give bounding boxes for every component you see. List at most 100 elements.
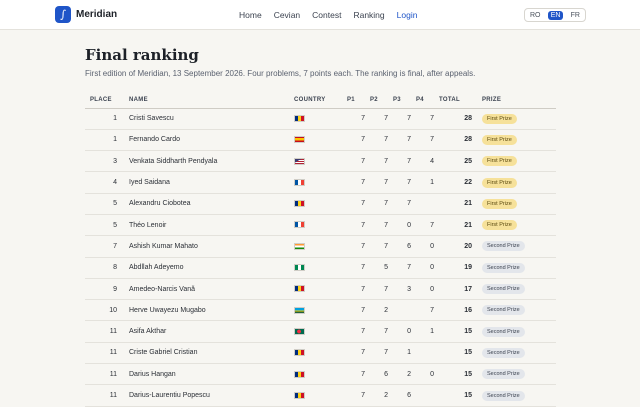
cell-p2: 5 [370, 257, 393, 279]
cell-p2: 2 [370, 299, 393, 322]
cell-name: Amedeo-Narcis Vană [121, 278, 294, 301]
cell-name: Darius Hangan [121, 363, 294, 386]
prize-badge: Second Prize [482, 326, 525, 337]
nav-link-login[interactable]: Login [397, 10, 418, 20]
cell-p3: 7 [393, 129, 416, 152]
table-row: 3 Venkata Siddharth Pendyala 7 7 7 4 25 First P… [85, 150, 556, 173]
prize-badge: Second Prize [482, 369, 525, 380]
flag-fr-icon [294, 178, 305, 186]
cell-place: 11 [85, 320, 121, 343]
table-row: 5 Théo Lenoir 7 7 0 7 21 First Prize [85, 214, 556, 237]
cell-place: 1 [85, 129, 121, 152]
cell-name: Venkata Siddharth Pendyala [121, 150, 294, 173]
cell-country [294, 320, 347, 343]
cell-p1: 7 [347, 320, 370, 343]
lang-option-en[interactable]: EN [547, 10, 564, 20]
cell-p4: 7 [416, 108, 439, 130]
cell-total: 15 [439, 384, 478, 407]
cell-p1: 7 [347, 257, 370, 279]
cell-p4 [416, 384, 439, 407]
cell-place: 5 [85, 214, 121, 237]
cell-p3: 7 [393, 193, 416, 215]
cell-p3: 1 [393, 342, 416, 365]
cell-prize: Second Prize [478, 257, 556, 279]
flag-ro-icon [294, 200, 305, 208]
nav-link-ranking[interactable]: Ranking [353, 10, 384, 20]
flag-es-icon [294, 136, 305, 144]
prize-badge: Second Prize [482, 305, 525, 316]
cell-p2: 6 [370, 363, 393, 386]
cell-p1: 7 [347, 214, 370, 237]
cell-p2: 7 [370, 193, 393, 215]
cell-p4: 0 [416, 235, 439, 258]
cell-prize: Second Prize [478, 235, 556, 258]
cell-p2: 7 [370, 150, 393, 173]
cell-p3: 6 [393, 384, 416, 407]
cell-name: Criste Gabriel Cristian [121, 342, 294, 365]
col-header-p4: P4 [416, 92, 439, 109]
cell-p2: 7 [370, 129, 393, 152]
cell-prize: Second Prize [478, 299, 556, 322]
cell-country [294, 108, 347, 130]
cell-country [294, 129, 347, 152]
prize-badge: Second Prize [482, 390, 525, 401]
logo[interactable]: ∫ [55, 6, 71, 23]
nav-link-contest[interactable]: Contest [312, 10, 341, 20]
cell-country [294, 171, 347, 194]
cell-p4: 7 [416, 299, 439, 322]
cell-p2: 2 [370, 384, 393, 407]
cell-prize: First Prize [478, 214, 556, 237]
table-row: 5 Alexandru Ciobotea 7 7 7 21 First Prize [85, 193, 556, 215]
cell-name: Théo Lenoir [121, 214, 294, 237]
flag-ro-icon [294, 349, 305, 357]
flag-ro-icon [294, 370, 305, 378]
prize-badge: First Prize [482, 198, 517, 209]
cell-total: 21 [439, 214, 478, 237]
cell-country [294, 193, 347, 215]
cell-total: 15 [439, 363, 478, 386]
cell-prize: First Prize [478, 171, 556, 194]
cell-p1: 7 [347, 278, 370, 301]
lang-option-fr[interactable]: FR [568, 11, 583, 20]
nav-link-home[interactable]: Home [239, 10, 262, 20]
flag-bd-icon [294, 327, 305, 335]
cell-prize: Second Prize [478, 278, 556, 301]
cell-total: 21 [439, 193, 478, 215]
main-nav: Home Cevian Contest Ranking Login [239, 10, 417, 20]
cell-name: Asifa Akthar [121, 320, 294, 343]
cell-p4 [416, 193, 439, 215]
cell-p1: 7 [347, 235, 370, 258]
prize-badge: Second Prize [482, 284, 525, 295]
prize-badge: Second Prize [482, 262, 525, 273]
flag-rw-icon [294, 306, 305, 314]
cell-prize: Second Prize [478, 342, 556, 365]
cell-country [294, 299, 347, 322]
cell-name: Ashish Kumar Mahato [121, 235, 294, 258]
cell-country [294, 150, 347, 173]
cell-place: 1 [85, 108, 121, 130]
cell-p1: 7 [347, 193, 370, 215]
lang-option-ro[interactable]: RO [527, 11, 544, 20]
cell-p3: 7 [393, 150, 416, 173]
brand-name[interactable]: Meridian [76, 9, 117, 20]
table-row: 1 Fernando Cardo 7 7 7 7 28 First Prize [85, 129, 556, 152]
cell-total: 15 [439, 320, 478, 343]
table-row: 9 Amedeo-Narcis Vană 7 7 3 0 17 Second Prize [85, 278, 556, 301]
cell-place: 10 [85, 299, 121, 322]
cell-total: 15 [439, 342, 478, 365]
ranking-table: PLACE NAME COUNTRY P1 P2 P3 P4 TOTAL PRI… [85, 92, 556, 407]
cell-total: 20 [439, 235, 478, 258]
table-row: 11 Criste Gabriel Cristian 7 7 1 15 Second Pri… [85, 342, 556, 365]
nav-link-cevian[interactable]: Cevian [274, 10, 300, 20]
cell-country [294, 214, 347, 237]
cell-total: 17 [439, 278, 478, 301]
cell-p4: 4 [416, 150, 439, 173]
cell-p1: 7 [347, 150, 370, 173]
cell-p3: 7 [393, 108, 416, 130]
cell-name: Abdllah Adeyemo [121, 257, 294, 279]
cell-name: Iyed Saidana [121, 171, 294, 194]
cell-p4: 1 [416, 171, 439, 194]
cell-prize: First Prize [478, 129, 556, 152]
prize-badge: First Prize [482, 134, 517, 145]
col-header-p3: P3 [393, 92, 416, 109]
